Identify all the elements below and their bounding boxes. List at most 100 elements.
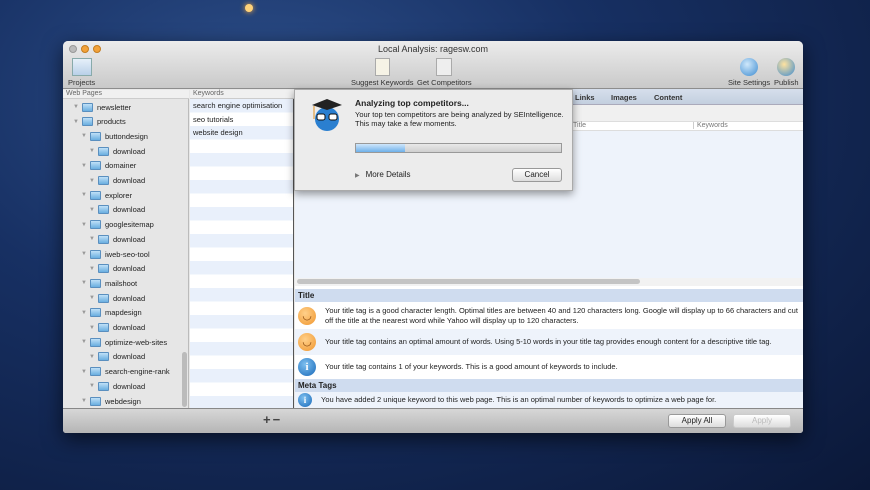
keyword-item[interactable]: search engine optimisation bbox=[190, 99, 293, 113]
tree-item[interactable]: ▼ download bbox=[89, 232, 145, 246]
suggest-keywords-button[interactable]: Suggest Keywords bbox=[351, 58, 414, 87]
site-settings-button[interactable]: Site Settings bbox=[728, 58, 770, 87]
tree-item[interactable]: ▼ download bbox=[89, 262, 145, 276]
disclosure-triangle-icon[interactable]: ▼ bbox=[81, 192, 90, 198]
get-competitors-button[interactable]: Get Competitors bbox=[417, 58, 472, 87]
remove-page-button[interactable]: − bbox=[273, 412, 283, 427]
folder-icon bbox=[90, 278, 101, 288]
tree-item[interactable]: ▼ download bbox=[89, 174, 145, 188]
folder-icon bbox=[98, 264, 109, 274]
tree-item[interactable]: ▼ iweb-seo-tool bbox=[81, 247, 150, 261]
tree-item-label: mailshoot bbox=[105, 278, 138, 288]
tree-item[interactable]: ▼ explorer bbox=[81, 188, 132, 202]
tree-item[interactable]: ▼ download bbox=[89, 350, 145, 364]
publish-button[interactable]: Publish bbox=[774, 58, 799, 87]
more-details-disclosure[interactable]: ▶ More Details bbox=[355, 170, 411, 179]
toolbar: Local Analysis: ragesw.com Projects Sugg… bbox=[63, 41, 803, 89]
section-title: Title bbox=[295, 289, 803, 302]
globe-upload-icon bbox=[777, 58, 796, 76]
projects-label: Projects bbox=[68, 78, 96, 87]
projects-button[interactable]: Projects bbox=[68, 58, 95, 87]
tree-item-label: optimize-web-sites bbox=[105, 337, 168, 347]
disclosure-triangle-icon[interactable]: ▼ bbox=[89, 148, 98, 154]
folder-icon bbox=[90, 249, 101, 259]
tree-item[interactable]: ▼ download bbox=[89, 321, 145, 335]
tree-item-label: download bbox=[113, 176, 146, 185]
disclosure-triangle-icon[interactable]: ▼ bbox=[89, 295, 98, 301]
message-text: Your title tag contains 1 of your keywor… bbox=[325, 362, 618, 371]
keywords-list: search engine optimisation seo tutorials… bbox=[190, 99, 294, 408]
tree-item[interactable]: ▼ download bbox=[89, 203, 145, 217]
folder-icon bbox=[90, 220, 101, 230]
tree-item-label: download bbox=[113, 381, 146, 391]
web-pages-header[interactable]: Web Pages bbox=[63, 90, 189, 99]
tab-images[interactable]: Images bbox=[611, 93, 637, 102]
disclosure-triangle-icon[interactable]: ▼ bbox=[81, 398, 90, 404]
analysis-message: ◡ Your title tag contains an optimal amou… bbox=[295, 329, 803, 355]
tree-item[interactable]: ▼ domainer bbox=[81, 159, 136, 173]
disclosure-triangle-icon[interactable]: ▼ bbox=[89, 354, 98, 360]
tab-content[interactable]: Content bbox=[654, 93, 682, 102]
globe-gear-icon bbox=[740, 58, 759, 76]
suggest-keywords-label: Suggest Keywords bbox=[351, 78, 414, 87]
tree-item[interactable]: ▼ newsletter bbox=[73, 100, 131, 114]
tree-item[interactable]: ▼ googlesitemap bbox=[81, 218, 154, 232]
folder-icon bbox=[98, 381, 109, 391]
apply-button[interactable]: Apply bbox=[733, 414, 791, 428]
notepad-pencil-icon bbox=[374, 58, 390, 76]
tab-links[interactable]: Links bbox=[575, 93, 595, 102]
tree-item[interactable]: ▼ products bbox=[73, 115, 126, 129]
cancel-button[interactable]: Cancel bbox=[512, 168, 562, 182]
tree-item[interactable]: ▼ optimize-web-sites bbox=[81, 335, 167, 349]
disclosure-triangle-icon[interactable]: ▼ bbox=[89, 207, 98, 213]
tree-item[interactable]: ▼ buttondesign bbox=[81, 129, 148, 143]
disclosure-triangle-icon[interactable]: ▼ bbox=[89, 325, 98, 331]
keywords-header[interactable]: Keywords bbox=[190, 90, 294, 99]
web-pages-tree: ▼ newsletter ▼ products ▼ buttondesign ▼ downlo… bbox=[63, 99, 189, 408]
column-title[interactable]: Title bbox=[573, 122, 586, 129]
disclosure-triangle-icon[interactable]: ▼ bbox=[89, 383, 98, 389]
disclosure-triangle-icon[interactable]: ▼ bbox=[89, 236, 98, 242]
tree-item[interactable]: ▼ search-engine-rank bbox=[81, 365, 170, 379]
disclosure-triangle-icon[interactable]: ▼ bbox=[81, 339, 90, 345]
disclosure-triangle-icon[interactable]: ▼ bbox=[81, 133, 90, 139]
bottom-bar: +− Apply All Apply bbox=[63, 408, 803, 433]
tree-item-label: download bbox=[113, 352, 146, 362]
disclosure-triangle-icon[interactable]: ▼ bbox=[81, 369, 90, 375]
tree-scrollbar[interactable] bbox=[182, 352, 187, 407]
disclosure-triangle-icon[interactable]: ▼ bbox=[89, 266, 98, 272]
tree-item[interactable]: ▼ download bbox=[89, 291, 145, 305]
tree-item-label: download bbox=[113, 234, 146, 244]
tree-item-label: download bbox=[113, 146, 146, 156]
disclosure-triangle-icon[interactable]: ▼ bbox=[81, 222, 90, 228]
info-icon: i bbox=[298, 358, 316, 376]
tree-item-label: explorer bbox=[105, 190, 133, 200]
tree-item[interactable]: ▼ mapdesign bbox=[81, 306, 142, 320]
add-page-button[interactable]: + bbox=[263, 412, 273, 427]
tree-item[interactable]: ▼ mailshoot bbox=[81, 276, 137, 290]
tree-item[interactable]: ▼ download bbox=[89, 144, 145, 158]
disclosure-triangle-icon[interactable]: ▼ bbox=[73, 104, 82, 110]
disclosure-triangle-icon[interactable]: ▼ bbox=[81, 310, 90, 316]
disclosure-triangle-icon[interactable]: ▼ bbox=[81, 163, 90, 169]
apply-all-button[interactable]: Apply All bbox=[668, 414, 726, 428]
folder-icon bbox=[98, 234, 109, 244]
disclosure-triangle-icon[interactable]: ▼ bbox=[73, 119, 82, 125]
column-keywords[interactable]: Keywords bbox=[693, 122, 728, 129]
disclosure-triangle-icon[interactable]: ▼ bbox=[89, 178, 98, 184]
tree-item[interactable]: ▼ webdesign bbox=[81, 394, 141, 408]
tree-item[interactable]: ▼ download bbox=[89, 379, 145, 393]
keyword-item[interactable]: seo tutorials bbox=[190, 113, 293, 127]
progress-dialog: Analyzing top competitors... Your top te… bbox=[294, 89, 573, 191]
tree-item-label: download bbox=[113, 323, 146, 332]
tree-item-label: download bbox=[113, 264, 146, 274]
tree-item-label: googlesitemap bbox=[105, 220, 154, 230]
folder-icon bbox=[90, 367, 101, 377]
horizontal-scrollbar[interactable] bbox=[295, 278, 803, 286]
folder-icon bbox=[98, 293, 109, 303]
keyword-item[interactable]: website design bbox=[190, 126, 293, 140]
folder-icon bbox=[90, 190, 101, 200]
message-text: Your title tag is a good character lengt… bbox=[325, 305, 798, 325]
disclosure-triangle-icon[interactable]: ▼ bbox=[81, 280, 90, 286]
disclosure-triangle-icon[interactable]: ▼ bbox=[81, 251, 90, 257]
